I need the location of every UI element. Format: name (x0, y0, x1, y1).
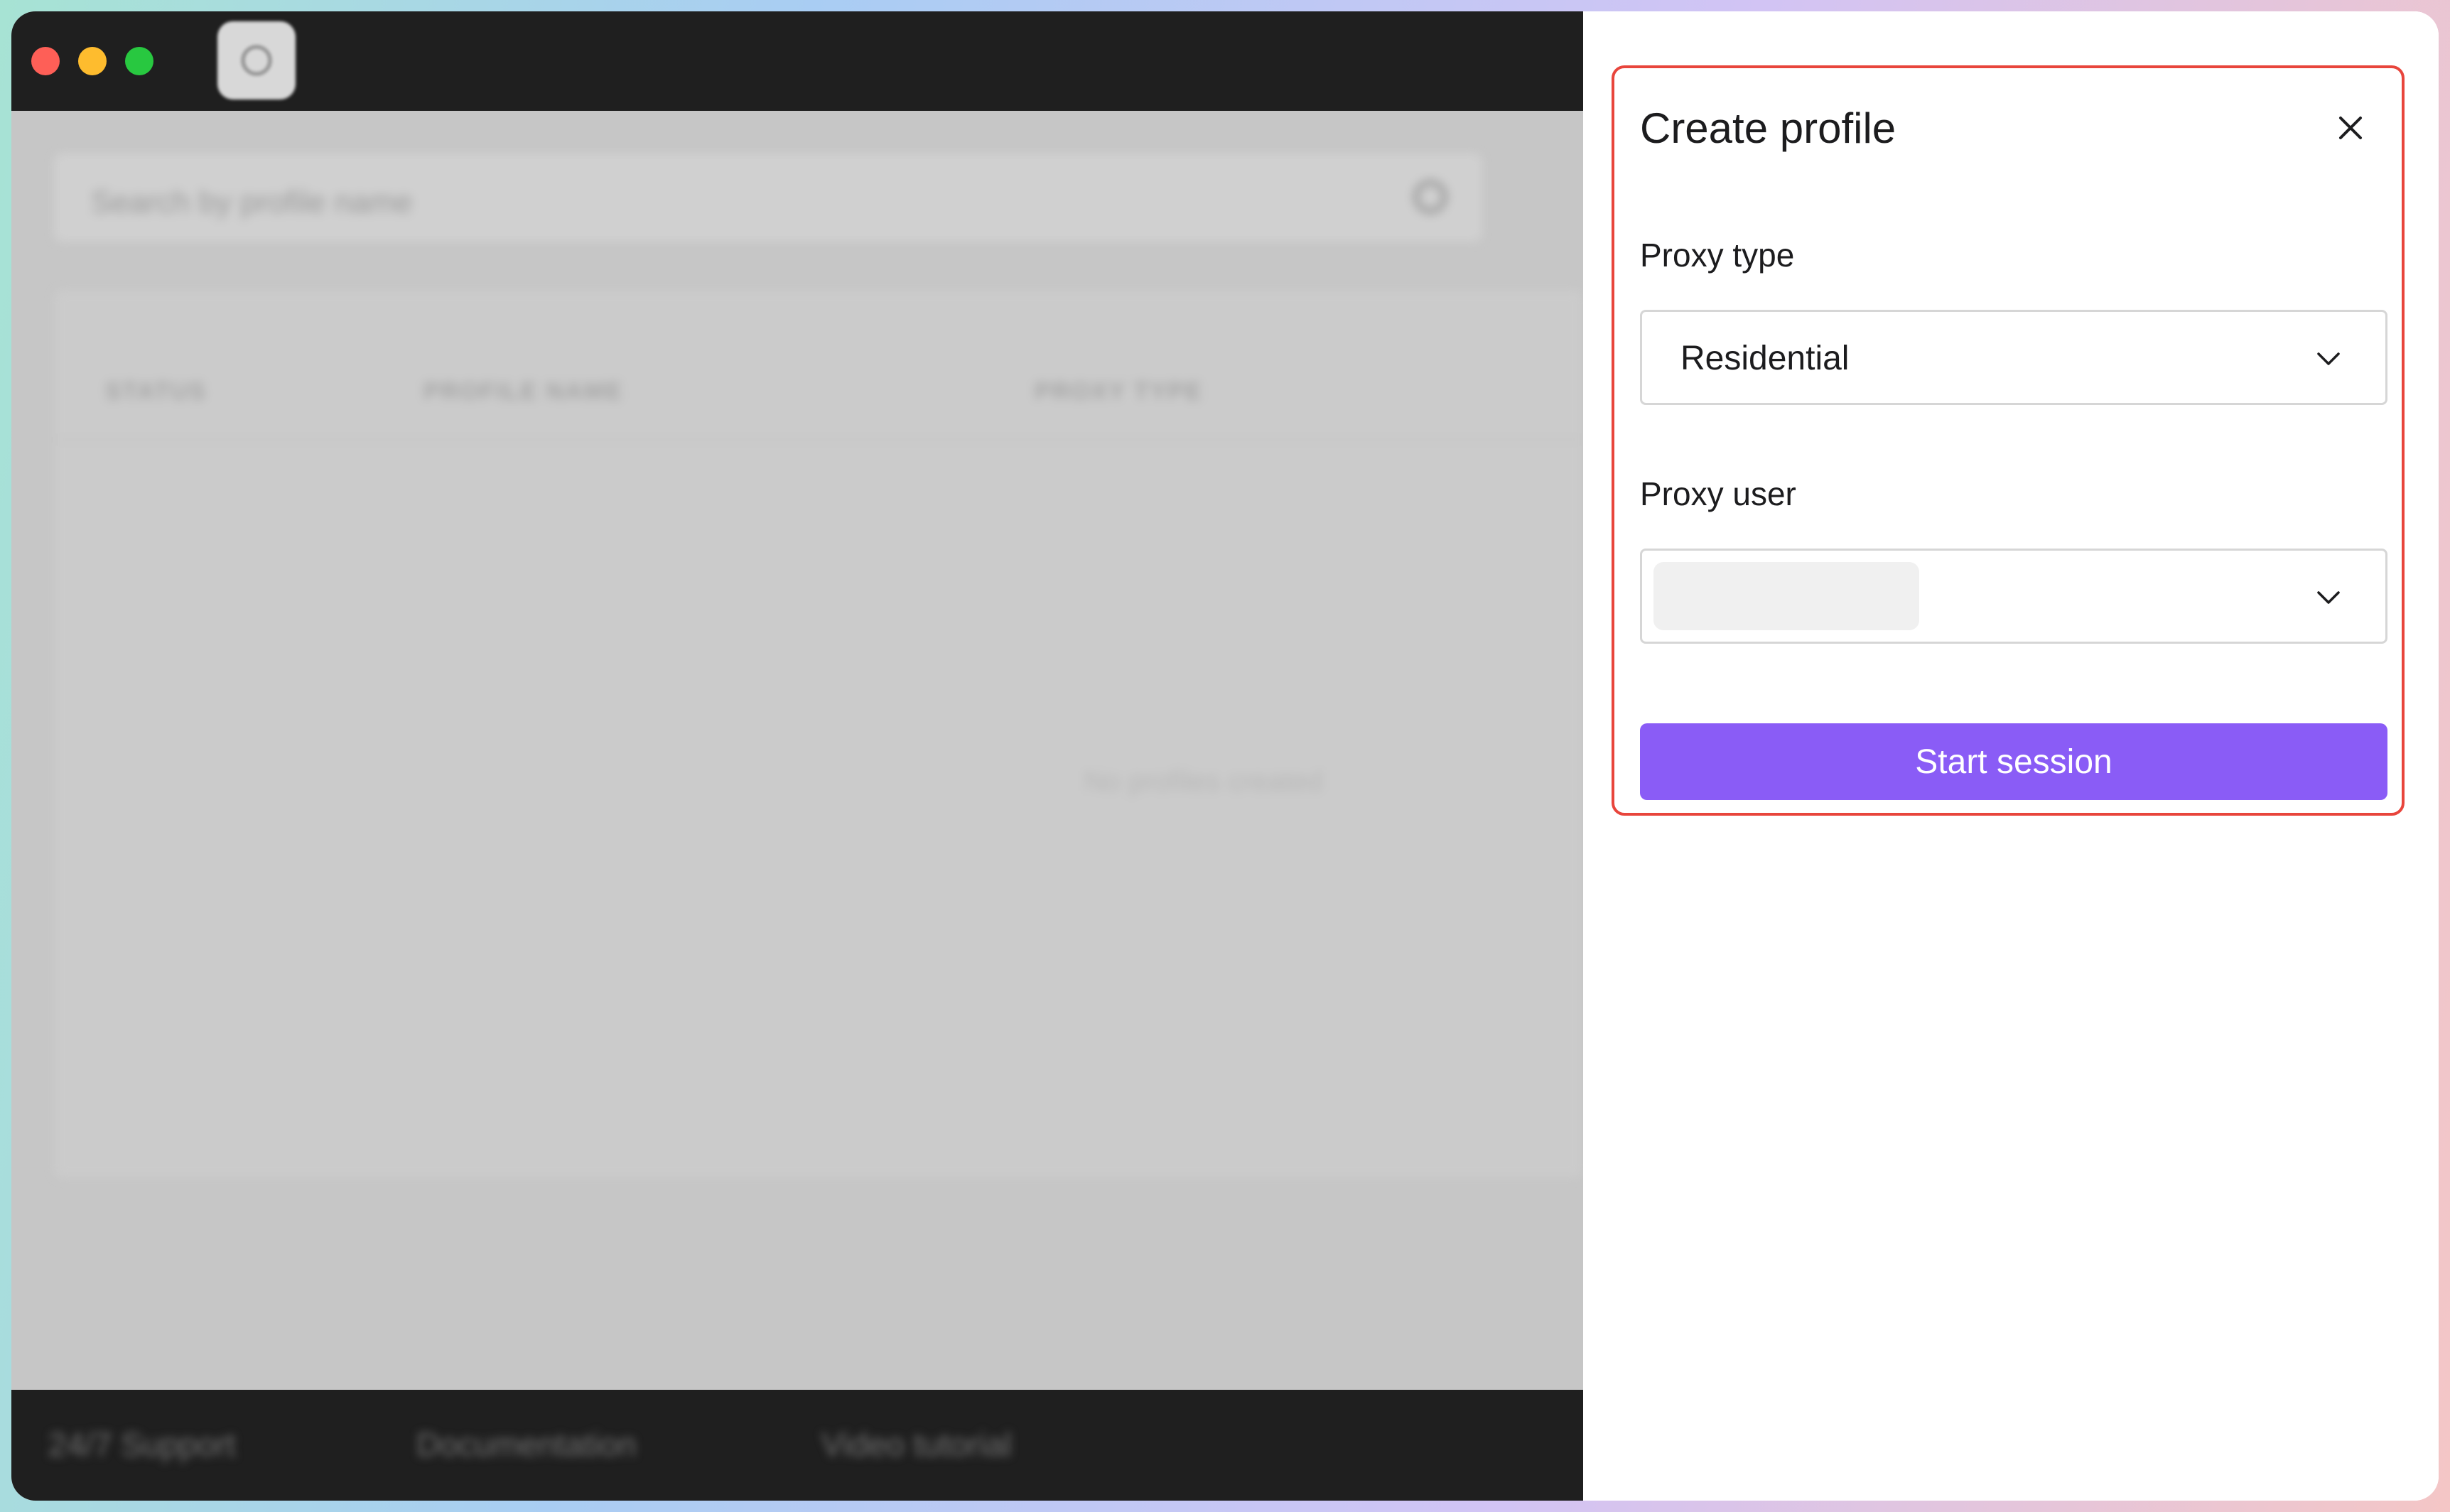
screen-background: Search by profile name STATUS PROFILE NA… (0, 0, 2450, 1512)
documentation-link[interactable]: Documentation (416, 1425, 636, 1464)
minimize-window-button[interactable] (78, 47, 107, 75)
video-tutorial-link[interactable]: Video tutorial (821, 1425, 1012, 1464)
footer-bar: 24/7 Support Documentation Video tutoria… (11, 1390, 1583, 1501)
create-profile-dialog: Create profile Proxy type Residential Pr… (1612, 65, 2405, 816)
close-icon[interactable] (2331, 108, 2370, 148)
dialog-title: Create profile (1640, 104, 1896, 152)
proxy-user-select[interactable] (1640, 549, 2387, 644)
header-divider (54, 439, 1583, 441)
proxy-type-value: Residential (1680, 340, 1850, 377)
title-bar (11, 11, 1583, 111)
column-header-status[interactable]: STATUS (105, 378, 207, 406)
app-logo-icon (217, 21, 296, 99)
app-window: Search by profile name STATUS PROFILE NA… (11, 11, 2439, 1501)
proxy-type-select[interactable]: Residential (1640, 310, 2387, 405)
create-profile-panel: Create profile Proxy type Residential Pr… (1583, 11, 2439, 1501)
start-session-button[interactable]: Start session (1640, 723, 2387, 800)
zoom-window-button[interactable] (125, 47, 153, 75)
redacted-proxy-user-value (1653, 562, 1919, 630)
column-header-proxy-type[interactable]: PROXY TYPE (1035, 378, 1203, 406)
profiles-table: STATUS PROFILE NAME PROXY TYPE No profil… (54, 290, 1583, 1178)
search-icon (1414, 180, 1447, 213)
chevron-down-icon (2317, 352, 2340, 365)
chevron-down-icon (2317, 591, 2340, 604)
search-placeholder: Search by profile name (91, 185, 413, 220)
search-bar[interactable]: Search by profile name (54, 153, 1482, 242)
column-header-profile-name[interactable]: PROFILE NAME (423, 378, 623, 406)
empty-state-message: No profiles created (1084, 766, 1323, 797)
proxy-type-label: Proxy type (1640, 237, 1795, 274)
close-window-button[interactable] (31, 47, 60, 75)
proxy-user-label: Proxy user (1640, 475, 1796, 512)
support-link[interactable]: 24/7 Support (48, 1425, 235, 1464)
main-app-backdrop: Search by profile name STATUS PROFILE NA… (11, 11, 1583, 1501)
